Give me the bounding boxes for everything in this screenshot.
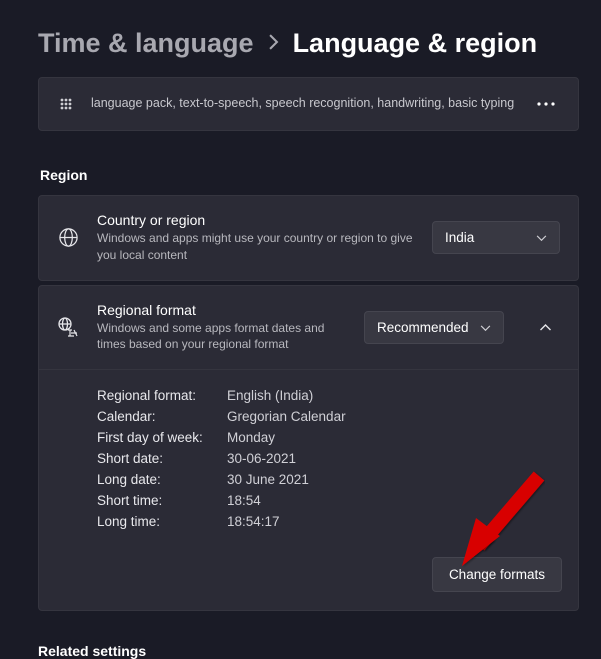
breadcrumb-parent[interactable]: Time & language <box>38 28 254 59</box>
chevron-up-icon <box>539 319 552 335</box>
regional-selected-value: Recommended <box>377 320 469 335</box>
country-title: Country or region <box>97 212 414 228</box>
country-region-card: Country or region Windows and apps might… <box>38 195 579 281</box>
chevron-right-icon <box>268 34 279 53</box>
detail-value: Gregorian Calendar <box>227 409 346 424</box>
detail-value: Monday <box>227 430 275 445</box>
detail-value: 18:54:17 <box>227 514 280 529</box>
country-selected-value: India <box>445 230 474 245</box>
drag-handle-icon[interactable] <box>57 95 75 113</box>
detail-label: Short date: <box>97 451 227 466</box>
detail-label: First day of week: <box>97 430 227 445</box>
detail-value: 18:54 <box>227 493 261 508</box>
detail-label: Regional format: <box>97 388 227 403</box>
country-dropdown[interactable]: India <box>432 221 560 254</box>
language-pack-description: language pack, text-to-speech, speech re… <box>91 95 516 113</box>
detail-value: 30 June 2021 <box>227 472 309 487</box>
detail-label: Long date: <box>97 472 227 487</box>
regional-format-description: Windows and some apps format dates and t… <box>97 320 346 354</box>
change-formats-button[interactable]: Change formats <box>432 557 562 592</box>
chevron-down-icon <box>536 230 547 245</box>
detail-value: English (India) <box>227 388 313 403</box>
breadcrumb-current: Language & region <box>293 28 538 59</box>
detail-value: 30-06-2021 <box>227 451 296 466</box>
detail-label: Short time: <box>97 493 227 508</box>
globe-icon <box>57 227 79 249</box>
detail-label: Calendar: <box>97 409 227 424</box>
region-section-title: Region <box>40 167 579 183</box>
detail-label: Long time: <box>97 514 227 529</box>
more-options-button[interactable] <box>532 90 560 118</box>
breadcrumb: Time & language Language & region <box>38 28 579 59</box>
chevron-down-icon <box>480 320 491 335</box>
regional-format-card: Regional format Windows and some apps fo… <box>38 285 579 612</box>
collapse-button[interactable] <box>530 312 560 342</box>
regional-details-panel: Regional format:English (India) Calendar… <box>39 369 578 610</box>
regional-format-dropdown[interactable]: Recommended <box>364 311 504 344</box>
country-description: Windows and apps might use your country … <box>97 230 414 264</box>
language-pack-card: language pack, text-to-speech, speech re… <box>38 77 579 131</box>
regional-format-title: Regional format <box>97 302 346 318</box>
language-globe-icon <box>57 316 79 338</box>
